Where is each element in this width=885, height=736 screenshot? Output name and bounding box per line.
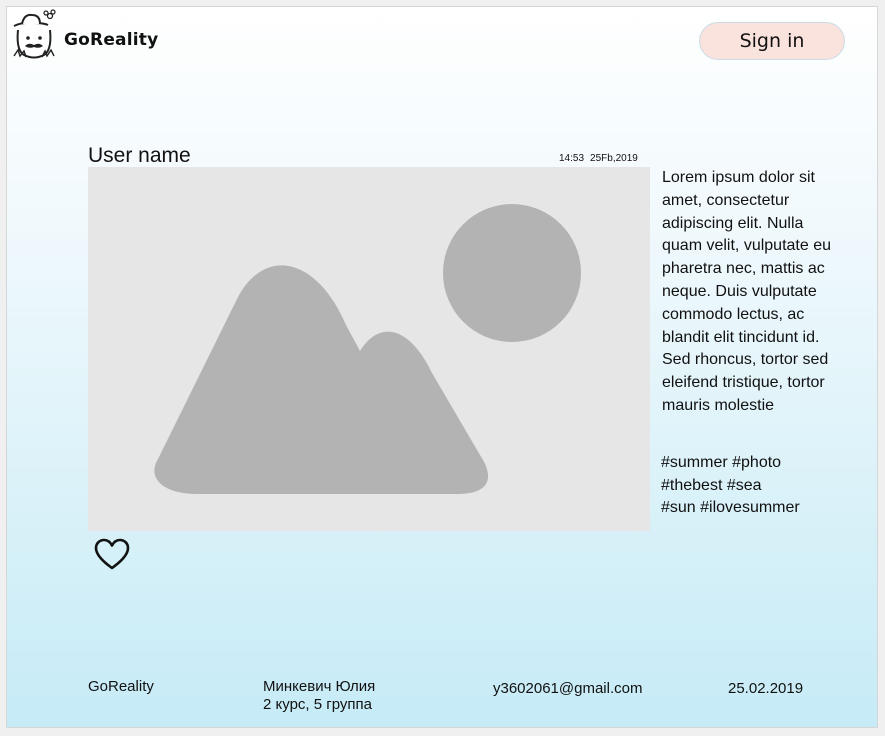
post-username[interactable]: User name [88, 144, 191, 168]
post-image[interactable] [88, 167, 650, 531]
post-time: 14:53 [559, 153, 585, 164]
image-placeholder-icon [154, 204, 581, 494]
heart-icon [94, 538, 130, 570]
footer-date: 25.02.2019 [728, 680, 804, 697]
post-timestamp: 14:53 25Fb,2019 [559, 153, 638, 164]
footer-email[interactable]: y3602061@gmail.com [493, 680, 642, 698]
logo-icon [10, 8, 58, 60]
footer-author-name: Минкевич Юлия [263, 678, 376, 695]
post-date: 25Fb,2019 [590, 153, 638, 164]
hashtag-line[interactable]: #sun #ilovesummer [661, 497, 841, 520]
footer-brand: GoReality [88, 678, 154, 695]
hashtag-line[interactable]: #summer #photo [661, 452, 841, 475]
hashtag-line[interactable]: #thebest #sea [661, 475, 841, 498]
post-hashtags: #summer #photo #thebest #sea #sun #ilove… [661, 452, 841, 520]
post-description: Lorem ipsum dolor sit amet, consectetur … [662, 169, 831, 414]
brand-name: GoReality [64, 30, 159, 50]
like-button[interactable] [94, 538, 130, 571]
sign-in-button[interactable]: Sign in [699, 22, 845, 60]
footer-author: Минкевич Юлия 2 курс, 5 группа [263, 678, 375, 713]
footer-author-group: 2 курс, 5 группа [263, 695, 372, 713]
